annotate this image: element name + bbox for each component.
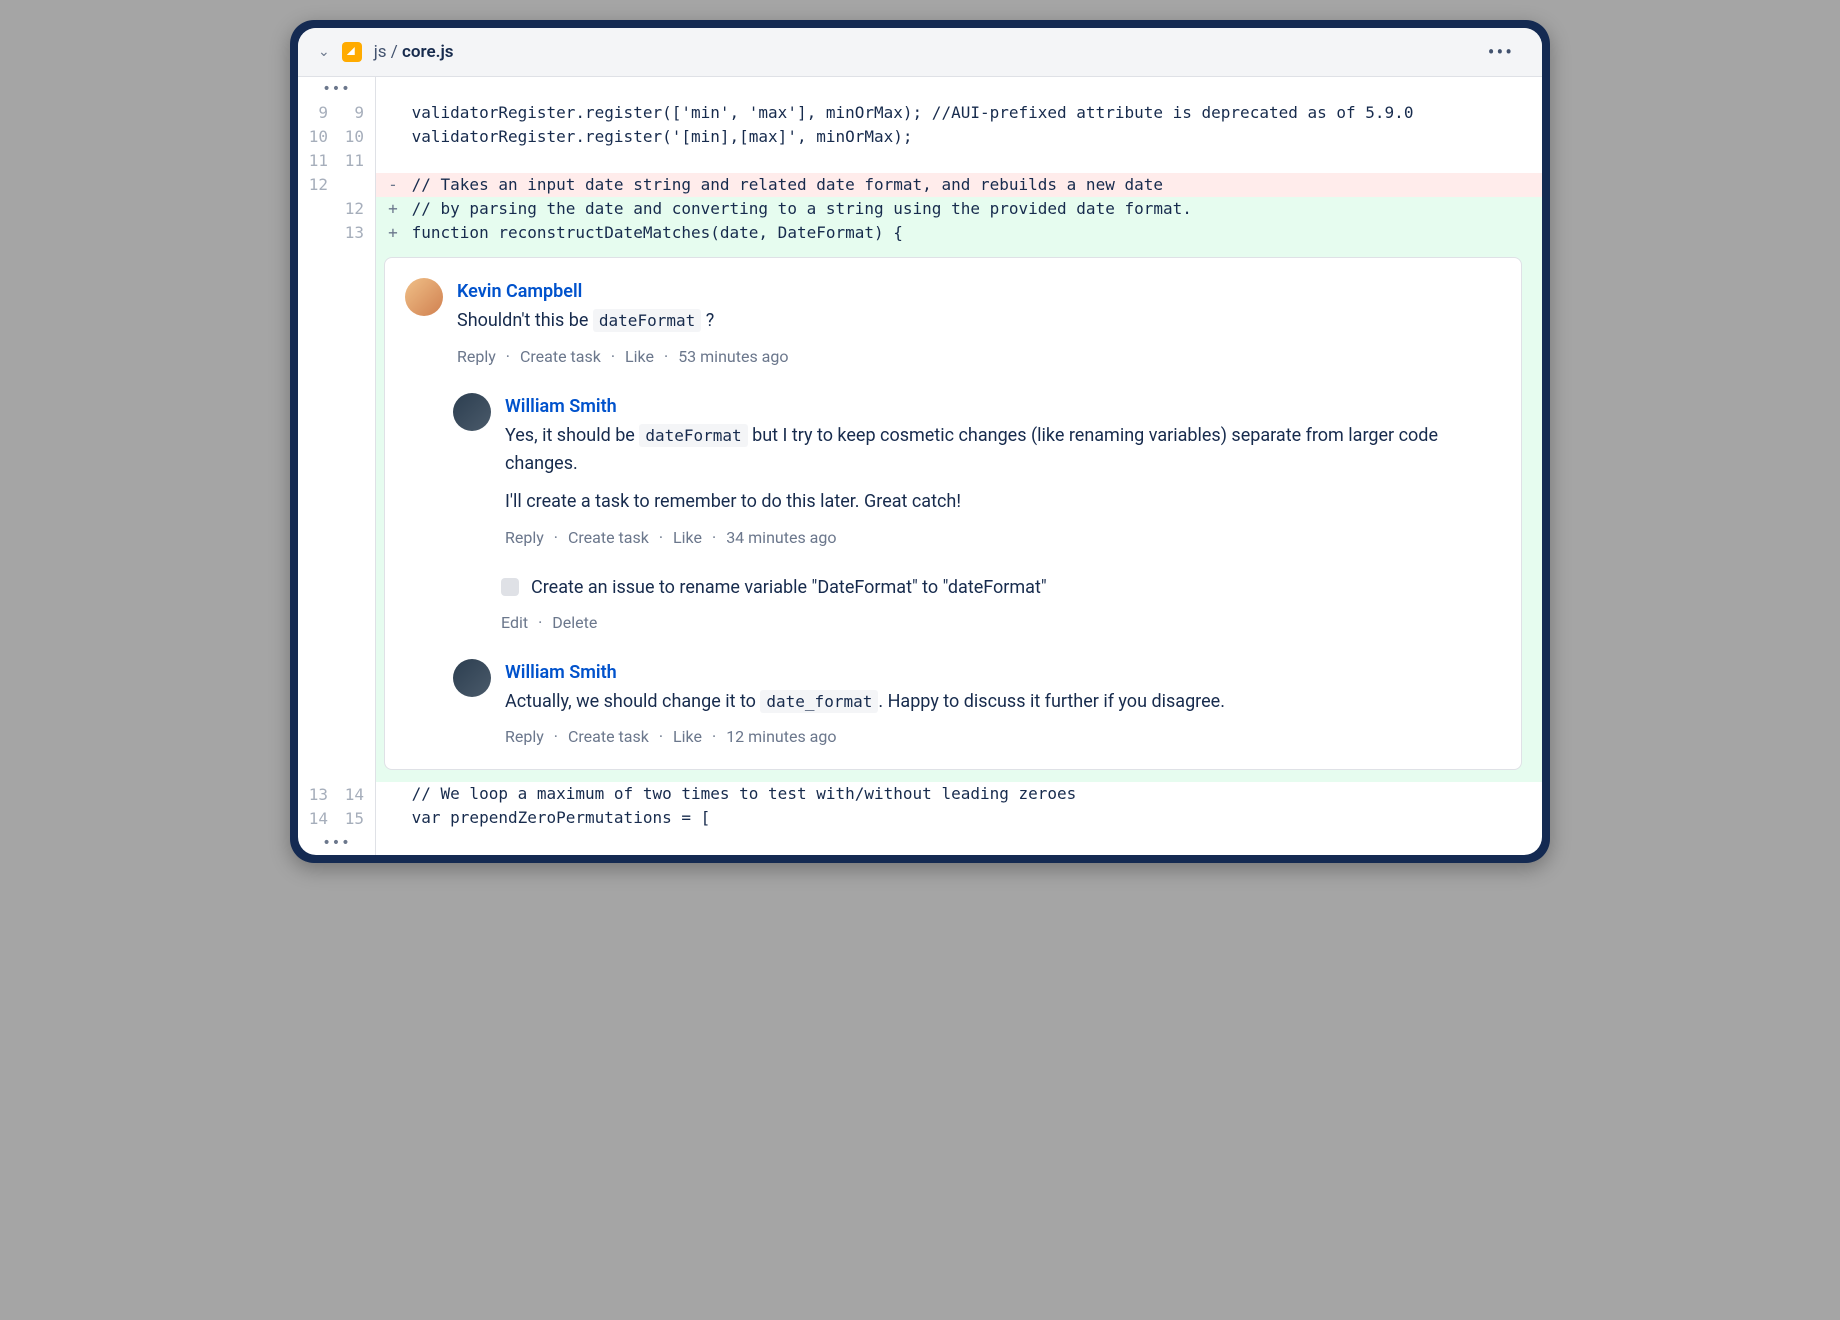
reply-action[interactable]: Reply <box>505 526 544 550</box>
avatar[interactable] <box>453 659 491 697</box>
comment-timestamp: 53 minutes ago <box>678 345 788 369</box>
comment-text: Shouldn't this be dateFormat ? <box>457 307 1501 335</box>
delete-action[interactable]: Delete <box>552 611 597 635</box>
code-line[interactable]: // We loop a maximum of two times to tes… <box>376 782 1542 806</box>
more-actions-icon[interactable]: ••• <box>1480 40 1522 64</box>
code-line[interactable] <box>376 149 1542 173</box>
reply-action[interactable]: Reply <box>457 345 496 369</box>
code-line[interactable]: var prependZeroPermutations = [ <box>376 806 1542 830</box>
task-item: Create an issue to rename variable "Date… <box>501 574 1501 635</box>
code-line-added[interactable]: + function reconstructDateMatches(date, … <box>376 221 1542 245</box>
code-line-added[interactable]: + // by parsing the date and converting … <box>376 197 1542 221</box>
comment-actions: Reply Create task Like 34 minutes ago <box>505 526 1501 550</box>
breadcrumb-folder[interactable]: js <box>374 42 387 62</box>
file-header: ⌄ js / core.js ••• <box>298 28 1542 77</box>
create-task-action[interactable]: Create task <box>568 526 649 550</box>
diff-code-area: validatorRegister.register(['min', 'max'… <box>376 77 1542 855</box>
breadcrumb-filename[interactable]: core.js <box>402 42 454 62</box>
create-task-action[interactable]: Create task <box>520 345 601 369</box>
expand-context-icon[interactable]: ••• <box>298 831 375 855</box>
comment-reply: William Smith Actually, we should change… <box>453 659 1501 750</box>
comment-timestamp: 34 minutes ago <box>726 526 836 550</box>
task-text: Create an issue to rename variable "Date… <box>531 574 1047 601</box>
gutter-comment-spacer <box>298 245 375 783</box>
inline-code: dateFormat <box>639 424 747 447</box>
task-actions: Edit Delete <box>501 611 1501 635</box>
line-number-gutter: ••• 99 1010 1111 12 12 13 1314 1415 ••• <box>298 77 376 855</box>
inline-code: dateFormat <box>593 309 701 332</box>
avatar[interactable] <box>453 393 491 431</box>
chevron-down-icon[interactable]: ⌄ <box>318 44 330 60</box>
comment-author-link[interactable]: William Smith <box>505 659 1501 686</box>
inline-comment-thread: Kevin Campbell Shouldn't this be dateFor… <box>376 245 1542 782</box>
inline-code: date_format <box>760 690 878 713</box>
edit-action[interactable]: Edit <box>501 611 528 635</box>
create-task-action[interactable]: Create task <box>568 725 649 749</box>
expand-context-icon[interactable]: ••• <box>298 77 375 101</box>
breadcrumb: js / core.js <box>374 42 454 62</box>
comment-actions: Reply Create task Like 53 minutes ago <box>457 345 1501 369</box>
comment-text: Yes, it should be dateFormat but I try t… <box>505 422 1501 516</box>
like-action[interactable]: Like <box>673 725 702 749</box>
like-action[interactable]: Like <box>625 345 654 369</box>
code-line-removed[interactable]: - // Takes an input date string and rela… <box>376 173 1542 197</box>
code-line[interactable]: validatorRegister.register('[min],[max]'… <box>376 125 1542 149</box>
like-action[interactable]: Like <box>673 526 702 550</box>
comment: Kevin Campbell Shouldn't this be dateFor… <box>405 278 1501 369</box>
comment-author-link[interactable]: William Smith <box>505 393 1501 420</box>
code-line[interactable]: validatorRegister.register(['min', 'max'… <box>376 101 1542 125</box>
task-checkbox[interactable] <box>501 578 519 596</box>
comment-actions: Reply Create task Like 12 minutes ago <box>505 725 1501 749</box>
comment-timestamp: 12 minutes ago <box>726 725 836 749</box>
comment-author-link[interactable]: Kevin Campbell <box>457 278 1501 305</box>
comment-text: Actually, we should change it to date_fo… <box>505 688 1501 716</box>
avatar[interactable] <box>405 278 443 316</box>
reply-action[interactable]: Reply <box>505 725 544 749</box>
modified-file-icon <box>342 42 362 62</box>
comment-reply: William Smith Yes, it should be dateForm… <box>453 393 1501 550</box>
